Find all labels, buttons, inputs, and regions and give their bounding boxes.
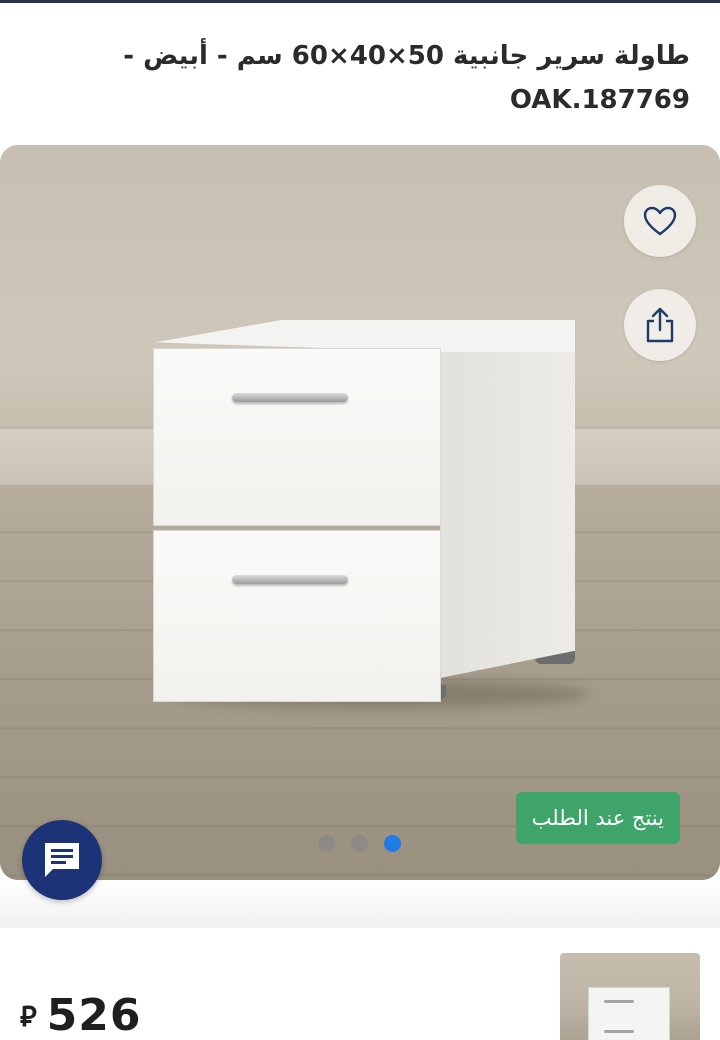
product-title-line-1: طاولة سرير جانبية 50×40×60 سم - أبيض -: [123, 41, 690, 71]
nightstand-drawer-bottom: [153, 530, 441, 702]
chat-button[interactable]: [22, 820, 102, 900]
gallery-pagination[interactable]: [318, 835, 401, 852]
product-image-nightstand: [150, 320, 590, 710]
chat-icon: [45, 843, 79, 877]
made-to-order-badge: ينتج عند الطلب: [515, 792, 680, 844]
drawer-handle: [232, 575, 348, 584]
drawer-handle: [232, 393, 348, 402]
section-divider: [0, 880, 720, 928]
price-value: 526: [46, 990, 142, 1040]
currency-symbol: ⃁: [20, 1000, 37, 1033]
gallery-dot-2[interactable]: [351, 835, 368, 852]
nightstand-side-panel: [440, 338, 575, 678]
thumbnail-handle: [604, 1030, 634, 1033]
thumbnail-nightstand: [588, 987, 670, 1040]
share-button[interactable]: [624, 289, 696, 361]
nightstand-drawer-top: [153, 348, 441, 526]
product-thumbnail[interactable]: [560, 953, 700, 1040]
favorite-button[interactable]: [624, 185, 696, 257]
made-to-order-badge-label: ينتج عند الطلب: [531, 806, 664, 830]
heart-icon: [643, 206, 677, 236]
product-image-gallery[interactable]: ينتج عند الطلب: [0, 145, 720, 880]
product-title: طاولة سرير جانبية 50×40×60 سم - أبيض - O…: [70, 34, 690, 122]
thumbnail-handle: [604, 1000, 634, 1003]
gallery-dot-1[interactable]: [318, 835, 335, 852]
share-icon: [646, 307, 674, 343]
price: ⃁ 526: [20, 990, 142, 1040]
top-strip: [0, 0, 720, 3]
gallery-dot-3-active[interactable]: [384, 835, 401, 852]
product-title-line-2: OAK.187769: [509, 85, 690, 115]
